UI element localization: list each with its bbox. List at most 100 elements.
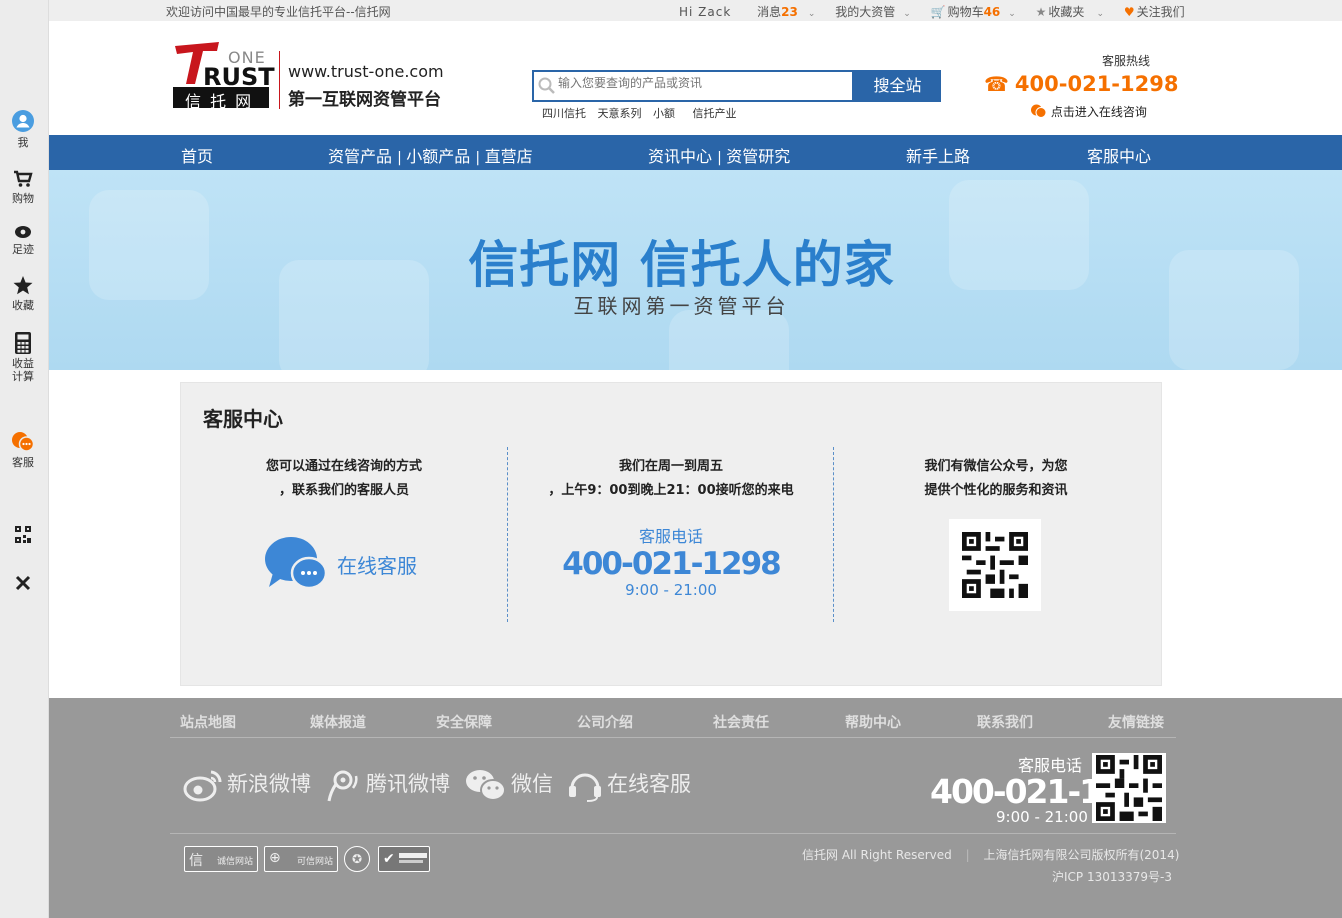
site-slogan: 第一互联网资管平台 bbox=[288, 90, 441, 110]
site-url: www.trust-one.com bbox=[288, 62, 444, 81]
online-consult-label: 点击进入在线咨询 bbox=[1050, 105, 1147, 119]
top-bar: 欢迎访问中国最早的专业信托平台--信托网 Hi Zack 消息23 ⌄ 我的大资管… bbox=[49, 0, 1342, 21]
column-text: 您可以通过在线咨询的方式 bbox=[265, 459, 422, 474]
badge-seal[interactable]: ✪ bbox=[344, 846, 370, 872]
shield-icon: ⊕ bbox=[269, 850, 281, 866]
badge-credible-site[interactable]: 信 诚信网站 bbox=[184, 846, 258, 872]
sidebar-item-close[interactable] bbox=[0, 575, 46, 593]
heart-icon: ♥ bbox=[1123, 5, 1135, 19]
search-input[interactable] bbox=[558, 76, 848, 90]
nav-separator: | bbox=[717, 150, 727, 166]
nav-direct-store[interactable]: 直营店 bbox=[485, 147, 533, 166]
nav-news[interactable]: 资讯中心 bbox=[648, 147, 712, 166]
phone-label: 客服电话 bbox=[638, 527, 703, 546]
copyright-separator: | bbox=[965, 848, 970, 862]
footer-link-help[interactable]: 帮助中心 bbox=[845, 712, 901, 732]
cart-small-icon: 🛒 bbox=[930, 5, 946, 19]
sidebar-label: 客服 bbox=[12, 456, 34, 469]
my-assets-label: 我的大资管 bbox=[835, 5, 896, 19]
nav-service-center[interactable]: 客服中心 bbox=[1087, 143, 1151, 167]
chevron-down-icon: ⌄ bbox=[1096, 9, 1104, 19]
badge-label: 诚信网站 bbox=[217, 857, 254, 867]
customer-service-panel: 客服中心 您可以通过在线咨询的方式 ，联系我们的客服人员 在线客服 我们在周一到… bbox=[180, 382, 1162, 686]
hotline-number: ☎ 400-021-1298 bbox=[984, 72, 1178, 96]
phone-icon: ☎ bbox=[984, 72, 1009, 96]
my-assets-link[interactable]: 我的大资管 ⌄ bbox=[835, 5, 911, 19]
follow-label: 关注我们 bbox=[1136, 5, 1185, 19]
follow-us-link[interactable]: ♥ 关注我们 bbox=[1124, 5, 1185, 19]
close-icon bbox=[15, 575, 31, 591]
footer-link-friends[interactable]: 友情链接 bbox=[1108, 712, 1164, 732]
messages-count: 23 bbox=[781, 5, 798, 19]
copyright-text: 信托网 All Right Reserved bbox=[802, 848, 952, 862]
nav-group-news: 资讯中心 | 资管研究 bbox=[648, 143, 790, 167]
social-weibo[interactable]: 新浪微博 bbox=[183, 768, 311, 802]
sidebar-item-cart[interactable]: 购物 bbox=[0, 170, 46, 206]
column-text: 提供个性化的服务和资讯 bbox=[924, 483, 1068, 498]
search-button[interactable]: 搜全站 bbox=[854, 70, 941, 102]
online-consult-link[interactable]: 点击进入在线咨询 bbox=[1030, 103, 1147, 120]
chevron-down-icon: ⌄ bbox=[807, 9, 816, 19]
search-box bbox=[532, 70, 854, 102]
site-logo[interactable]: ONE RUST 信 托 网 bbox=[173, 42, 275, 111]
cart-label: 购物车 bbox=[947, 5, 984, 19]
footer-link-about[interactable]: 公司介绍 bbox=[577, 712, 633, 732]
sidebar-item-favorites[interactable]: 收藏 bbox=[0, 276, 46, 313]
sidebar-label-line2: 计算 bbox=[12, 370, 34, 383]
logo-cn-text: 信 托 网 bbox=[185, 92, 254, 111]
footer-link-media[interactable]: 媒体报道 bbox=[310, 712, 366, 732]
badge-norton[interactable]: ✔ bbox=[378, 846, 430, 872]
footer-link-security[interactable]: 安全保障 bbox=[436, 712, 492, 732]
nav-separator: | bbox=[475, 150, 485, 166]
sidebar-item-calculator[interactable]: 收益 计算 bbox=[0, 331, 46, 383]
online-service-button[interactable]: 在线客服 bbox=[265, 535, 435, 595]
messages-link[interactable]: 消息23 ⌄ bbox=[757, 5, 815, 19]
social-wechat[interactable]: 微信 bbox=[465, 768, 553, 802]
nav-beginner[interactable]: 新手上路 bbox=[906, 143, 970, 167]
cart-link[interactable]: 🛒 购物车46 ⌄ bbox=[931, 5, 1016, 19]
footer-links: 站点地图 媒体报道 安全保障 公司介绍 社会责任 帮助中心 联系我们 友情链接 bbox=[170, 710, 1176, 738]
nav-small-products[interactable]: 小额产品 bbox=[406, 147, 470, 166]
nav-products[interactable]: 资管产品 bbox=[328, 147, 392, 166]
site-footer: 站点地图 媒体报道 安全保障 公司介绍 社会责任 帮助中心 联系我们 友情链接 … bbox=[49, 698, 1342, 918]
cart-icon bbox=[14, 170, 33, 187]
nav-home[interactable]: 首页 bbox=[181, 143, 213, 167]
footer-link-sitemap[interactable]: 站点地图 bbox=[180, 712, 236, 732]
social-online-service[interactable]: 在线客服 bbox=[567, 768, 691, 802]
chat-bubbles-icon bbox=[265, 537, 327, 590]
social-tencent-weibo[interactable]: 腾讯微博 bbox=[326, 768, 450, 802]
user-icon bbox=[12, 110, 34, 132]
search-icon bbox=[538, 77, 555, 94]
seal-icon: ✪ bbox=[352, 852, 363, 866]
hot-keyword[interactable]: 四川信托 bbox=[542, 107, 586, 120]
social-label: 在线客服 bbox=[607, 772, 691, 796]
norton-logo-text bbox=[399, 853, 427, 863]
sidebar-label: 收藏 bbox=[12, 299, 34, 312]
logo-rust-text: RUST bbox=[203, 63, 275, 91]
hot-keyword[interactable]: 天意系列 bbox=[598, 107, 642, 120]
banner-decoration bbox=[669, 310, 789, 370]
badge-trusted-site[interactable]: ⊕ 可信网站 bbox=[264, 846, 338, 872]
footer-link-responsibility[interactable]: 社会责任 bbox=[713, 712, 769, 732]
sidebar-item-footprint[interactable]: 足迹 bbox=[0, 225, 46, 257]
hot-keyword[interactable]: 小额 bbox=[653, 107, 675, 120]
weibo-icon bbox=[183, 770, 222, 802]
messages-label: 消息 bbox=[757, 5, 782, 19]
sidebar-label: 足迹 bbox=[12, 243, 34, 256]
hot-keyword[interactable]: 信托产业 bbox=[693, 107, 737, 120]
calculator-icon bbox=[15, 332, 31, 354]
site-header: ONE RUST 信 托 网 www.trust-one.com 第一互联网资管… bbox=[49, 21, 1342, 135]
footer-link-contact[interactable]: 联系我们 bbox=[977, 712, 1033, 732]
sidebar-item-service[interactable]: 客服 bbox=[0, 432, 46, 470]
social-label: 腾讯微博 bbox=[366, 772, 450, 796]
user-greeting[interactable]: Hi Zack bbox=[679, 5, 731, 19]
nav-research[interactable]: 资管研究 bbox=[726, 147, 790, 166]
favorites-link[interactable]: ★ 收藏夹 ⌄ bbox=[1036, 5, 1104, 19]
footer-qrcode bbox=[1092, 753, 1166, 823]
main-content: 客服中心 您可以通过在线咨询的方式 ，联系我们的客服人员 在线客服 我们在周一到… bbox=[49, 370, 1342, 698]
column-text: 我们有微信公众号，为您 bbox=[924, 459, 1068, 474]
sidebar-item-qrcode[interactable] bbox=[0, 526, 46, 545]
sidebar-item-me[interactable]: 我 bbox=[0, 110, 46, 150]
sidebar-label: 我 bbox=[17, 136, 29, 149]
chevron-down-icon: ⌄ bbox=[903, 9, 911, 19]
